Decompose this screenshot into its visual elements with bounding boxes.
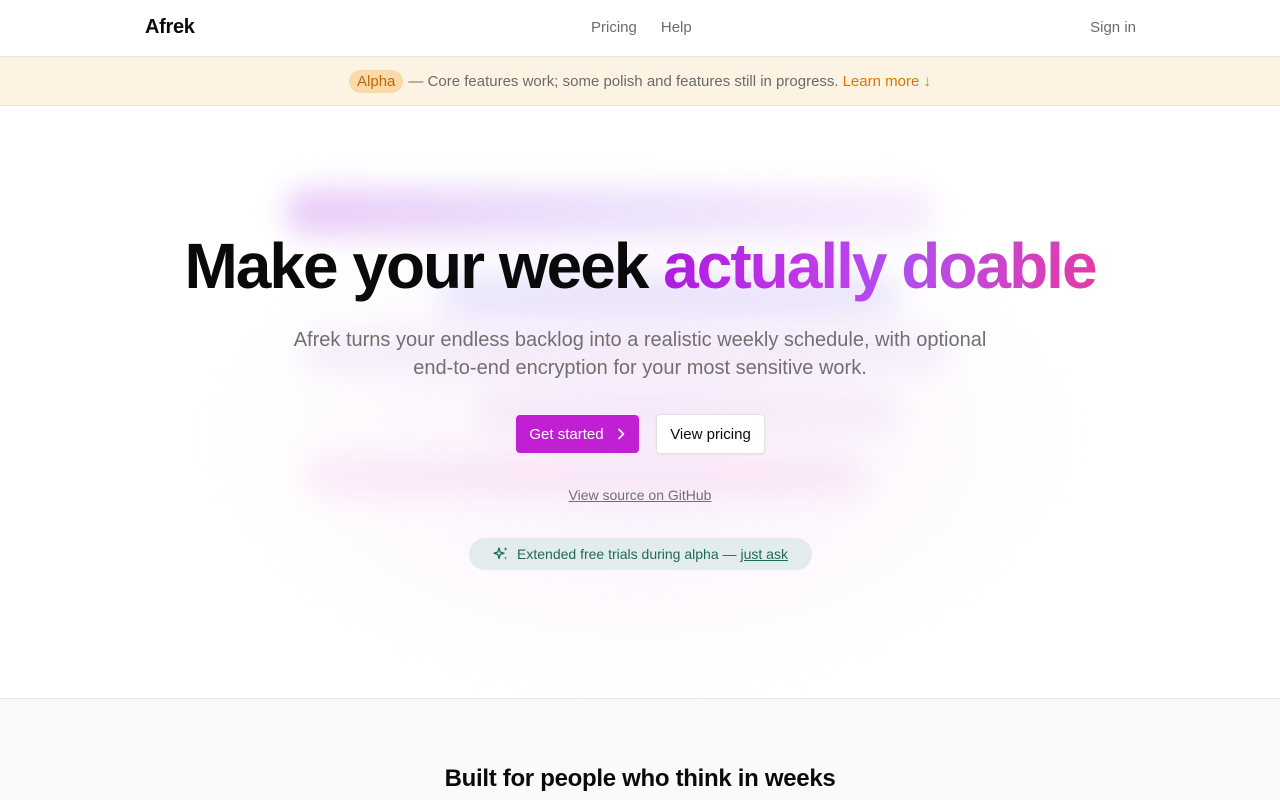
hero-headline: Make your week actually doable (0, 232, 1280, 300)
headline-plain: Make your week (184, 230, 649, 302)
just-ask-link[interactable]: just ask (741, 546, 788, 562)
source-link-row: View source on GitHub (0, 487, 1280, 503)
view-pricing-button[interactable]: View pricing (656, 414, 765, 454)
sign-in-link[interactable]: Sign in (1090, 19, 1136, 36)
alpha-banner: Alpha — Core features work; some polish … (0, 57, 1280, 106)
trial-pill: Extended free trials during alpha — just… (469, 538, 812, 570)
alpha-badge: Alpha (349, 69, 404, 93)
alpha-banner-text: — Core features work; some polish and fe… (408, 72, 839, 90)
github-source-link[interactable]: View source on GitHub (569, 487, 712, 503)
nav-pricing-link[interactable]: Pricing (591, 19, 637, 36)
hero-subtitle: Afrek turns your endless backlog into a … (293, 329, 987, 379)
get-started-button[interactable]: Get started (516, 415, 639, 453)
brand-logo[interactable]: Afrek (145, 16, 195, 39)
site-header: Afrek Pricing Help Sign in (0, 0, 1280, 57)
trial-text: Extended free trials during alpha — (517, 546, 737, 562)
learn-more-link[interactable]: Learn more ↓ (843, 73, 931, 90)
headline-accent: actually doable (663, 230, 1097, 302)
main-nav: Pricing Help (591, 19, 692, 36)
hero-section: Make your week actually doable Afrek tur… (0, 106, 1280, 698)
get-started-label: Get started (529, 425, 604, 443)
sparkles-icon (493, 547, 508, 560)
features-title: Built for people who think in weeks (444, 765, 836, 792)
nav-help-link[interactable]: Help (661, 19, 692, 36)
chevron-right-icon (617, 428, 624, 440)
hero-glow-streak (285, 188, 935, 236)
features-section: Built for people who think in weeks (0, 698, 1280, 800)
